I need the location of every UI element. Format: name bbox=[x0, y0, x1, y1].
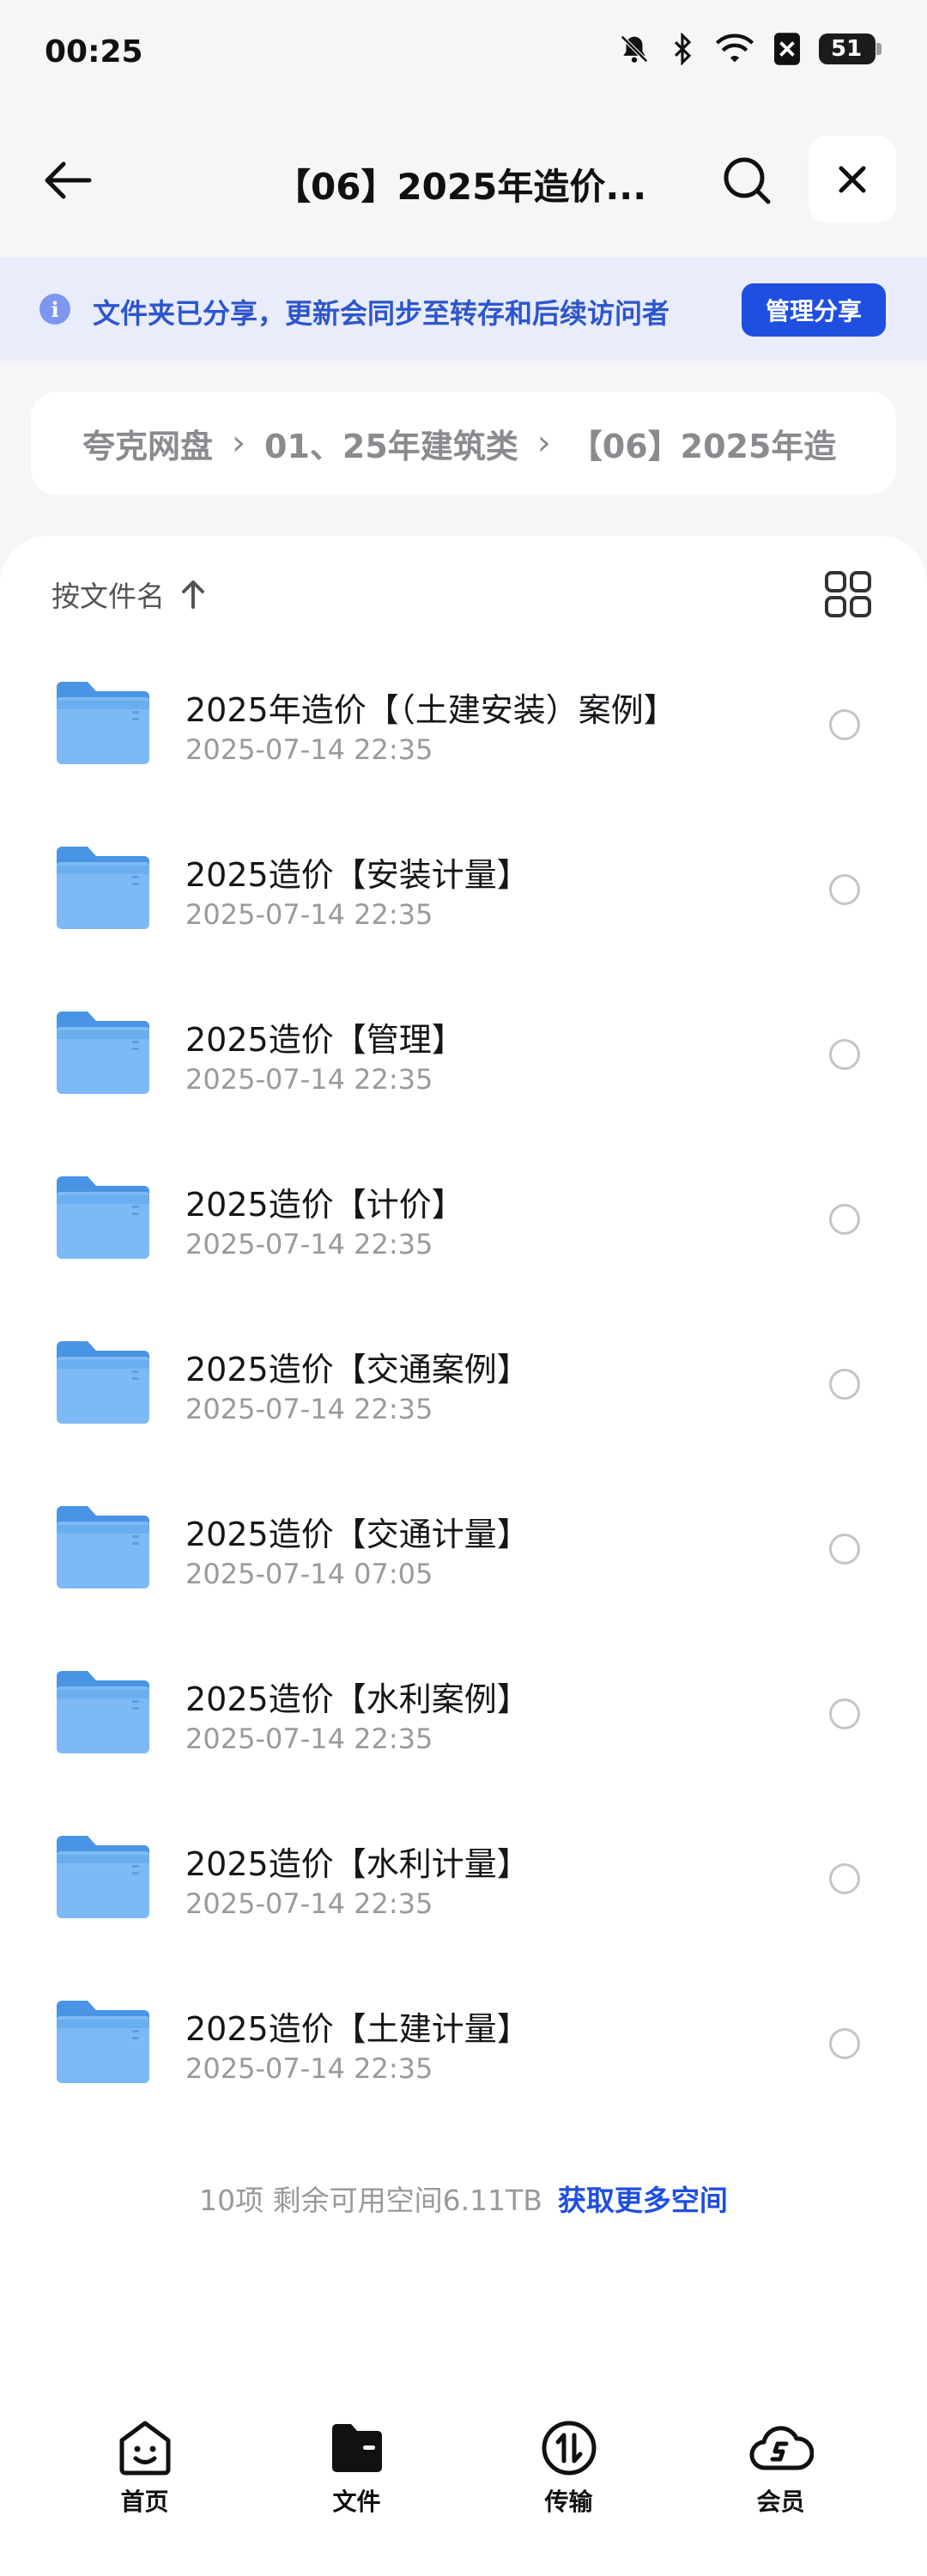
file-name: 2025造价【水利案例】 bbox=[185, 1680, 530, 1718]
folder-icon bbox=[331, 2424, 382, 2472]
share-banner: i 文件夹已分享，更新会同步至转存和后续访问者 管理分享 bbox=[0, 258, 927, 361]
get-more-space-link[interactable]: 获取更多空间 bbox=[558, 2184, 728, 2217]
folder-icon bbox=[55, 1503, 151, 1592]
nav-item-member[interactable]: 会员 bbox=[675, 2396, 887, 2576]
share-banner-text: 文件夹已分享，更新会同步至转存和后续访问者 bbox=[93, 297, 670, 330]
folder-icon bbox=[55, 1997, 151, 2087]
info-icon: i bbox=[39, 294, 70, 325]
file-row[interactable]: 2025年造价【（土建安装）案例】 2025-07-14 22:35 bbox=[0, 653, 927, 817]
arrow-left-icon bbox=[45, 161, 92, 199]
nav-label: 会员 bbox=[756, 2488, 805, 2516]
close-button[interactable] bbox=[809, 136, 896, 223]
folder-icon bbox=[55, 1832, 151, 1922]
file-date: 2025-07-14 22:35 bbox=[185, 1063, 433, 1096]
folder-icon bbox=[55, 1173, 151, 1262]
file-panel: 按文件名 2025年造价【（土建安装）案例】 2025-07-14 22:35 20… bbox=[0, 536, 927, 2576]
file-date: 2025-07-14 07:05 bbox=[185, 1558, 433, 1590]
status-icons: 51 bbox=[618, 33, 882, 65]
arrow-up-icon bbox=[182, 580, 204, 609]
file-date: 2025-07-14 22:35 bbox=[185, 733, 433, 766]
select-checkbox[interactable] bbox=[829, 1698, 860, 1729]
breadcrumb: 夸克网盘 › 01、25年建筑类 › 【06】2025年造 bbox=[31, 392, 896, 495]
file-date: 2025-07-14 22:35 bbox=[185, 898, 433, 931]
file-name: 2025造价【安装计量】 bbox=[185, 856, 530, 894]
file-name: 2025年造价【（土建安装）案例】 bbox=[185, 691, 676, 729]
file-row[interactable]: 2025造价【交通计量】 2025-07-14 07:05 bbox=[0, 1477, 927, 1642]
file-name: 2025造价【交通计量】 bbox=[185, 1516, 530, 1553]
nav-item-home[interactable]: 首页 bbox=[39, 2396, 251, 2576]
member-cloud-icon bbox=[748, 2426, 814, 2470]
manage-share-button[interactable]: 管理分享 bbox=[742, 283, 886, 337]
file-date: 2025-07-14 22:35 bbox=[185, 1393, 433, 1425]
status-time: 00:25 bbox=[45, 34, 143, 70]
file-name: 2025造价【计价】 bbox=[185, 1186, 464, 1224]
file-date: 2025-07-14 22:35 bbox=[185, 1722, 433, 1755]
nav-item-files[interactable]: 文件 bbox=[251, 2396, 463, 2576]
grid-icon bbox=[825, 571, 871, 617]
grid-view-button[interactable] bbox=[824, 570, 872, 618]
nav-label: 首页 bbox=[120, 2488, 169, 2516]
bottom-nav: 首页 文件 传输 会员 bbox=[0, 2396, 927, 2576]
file-row[interactable]: 2025造价【水利计量】 2025-07-14 22:35 bbox=[0, 1807, 927, 1971]
sort-label: 按文件名 bbox=[52, 580, 165, 613]
breadcrumb-item-root[interactable]: 夸克网盘 bbox=[82, 420, 213, 467]
folder-icon bbox=[55, 1008, 151, 1097]
page-title: 【06】2025年造价... bbox=[275, 166, 647, 208]
select-checkbox[interactable] bbox=[829, 1204, 860, 1235]
file-name: 2025造价【水利计量】 bbox=[185, 1845, 530, 1883]
folder-icon bbox=[55, 843, 151, 933]
file-date: 2025-07-14 22:35 bbox=[185, 2052, 433, 2085]
select-checkbox[interactable] bbox=[829, 2028, 860, 2059]
storage-summary-text: 10项 剩余可用空间6.11TB bbox=[199, 2184, 542, 2217]
transfer-icon bbox=[542, 2421, 596, 2476]
folder-icon bbox=[55, 678, 151, 768]
file-row[interactable]: 2025造价【安装计量】 2025-07-14 22:35 bbox=[0, 817, 927, 982]
nav-item-transfer[interactable]: 传输 bbox=[463, 2396, 675, 2576]
search-icon bbox=[724, 157, 771, 204]
select-checkbox[interactable] bbox=[829, 1863, 860, 1894]
select-checkbox[interactable] bbox=[829, 1369, 860, 1400]
select-checkbox[interactable] bbox=[829, 874, 860, 905]
bluetooth-icon bbox=[670, 33, 695, 65]
header: 【06】2025年造价... bbox=[0, 129, 927, 232]
back-button[interactable] bbox=[38, 155, 98, 206]
folder-icon bbox=[55, 1338, 151, 1427]
file-row[interactable]: 2025造价【交通案例】 2025-07-14 22:35 bbox=[0, 1312, 927, 1477]
select-checkbox[interactable] bbox=[829, 1534, 860, 1564]
breadcrumb-item-category[interactable]: 01、25年建筑类 bbox=[264, 420, 518, 467]
file-row[interactable]: 2025造价【计价】 2025-07-14 22:35 bbox=[0, 1147, 927, 1312]
file-row[interactable]: 2025造价【管理】 2025-07-14 22:35 bbox=[0, 982, 927, 1147]
close-icon bbox=[839, 166, 866, 193]
nav-label: 文件 bbox=[332, 2488, 381, 2516]
sort-control[interactable]: 按文件名 bbox=[52, 574, 206, 615]
file-list: 2025年造价【（土建安装）案例】 2025-07-14 22:35 2025造价【… bbox=[0, 653, 927, 2136]
file-row[interactable]: 2025造价【土建计量】 2025-07-14 22:35 bbox=[0, 1971, 927, 2136]
home-face-icon bbox=[119, 2421, 170, 2476]
bell-muted-icon bbox=[618, 33, 651, 65]
chevron-right-icon: › bbox=[232, 423, 246, 463]
file-name: 2025造价【管理】 bbox=[185, 1021, 464, 1059]
file-date: 2025-07-14 22:35 bbox=[185, 1887, 433, 1920]
file-name: 2025造价【土建计量】 bbox=[185, 2010, 530, 2048]
file-name: 2025造价【交通案例】 bbox=[185, 1351, 530, 1388]
battery-icon: 51 bbox=[819, 33, 882, 64]
select-checkbox[interactable] bbox=[829, 709, 860, 740]
sim-off-icon bbox=[774, 33, 800, 65]
wifi-icon bbox=[714, 33, 755, 65]
file-date: 2025-07-14 22:35 bbox=[185, 1228, 433, 1261]
search-button[interactable] bbox=[718, 153, 778, 210]
nav-label: 传输 bbox=[544, 2488, 593, 2516]
folder-icon bbox=[55, 1668, 151, 1757]
file-row[interactable]: 2025造价【水利案例】 2025-07-14 22:35 bbox=[0, 1642, 927, 1807]
breadcrumb-item-current[interactable]: 【06】2025年造 bbox=[570, 420, 837, 467]
chevron-right-icon: › bbox=[536, 423, 551, 463]
storage-summary: 10项 剩余可用空间6.11TB 获取更多空间 bbox=[0, 2178, 927, 2219]
select-checkbox[interactable] bbox=[829, 1039, 860, 1070]
status-bar: 00:25 51 bbox=[0, 0, 927, 112]
